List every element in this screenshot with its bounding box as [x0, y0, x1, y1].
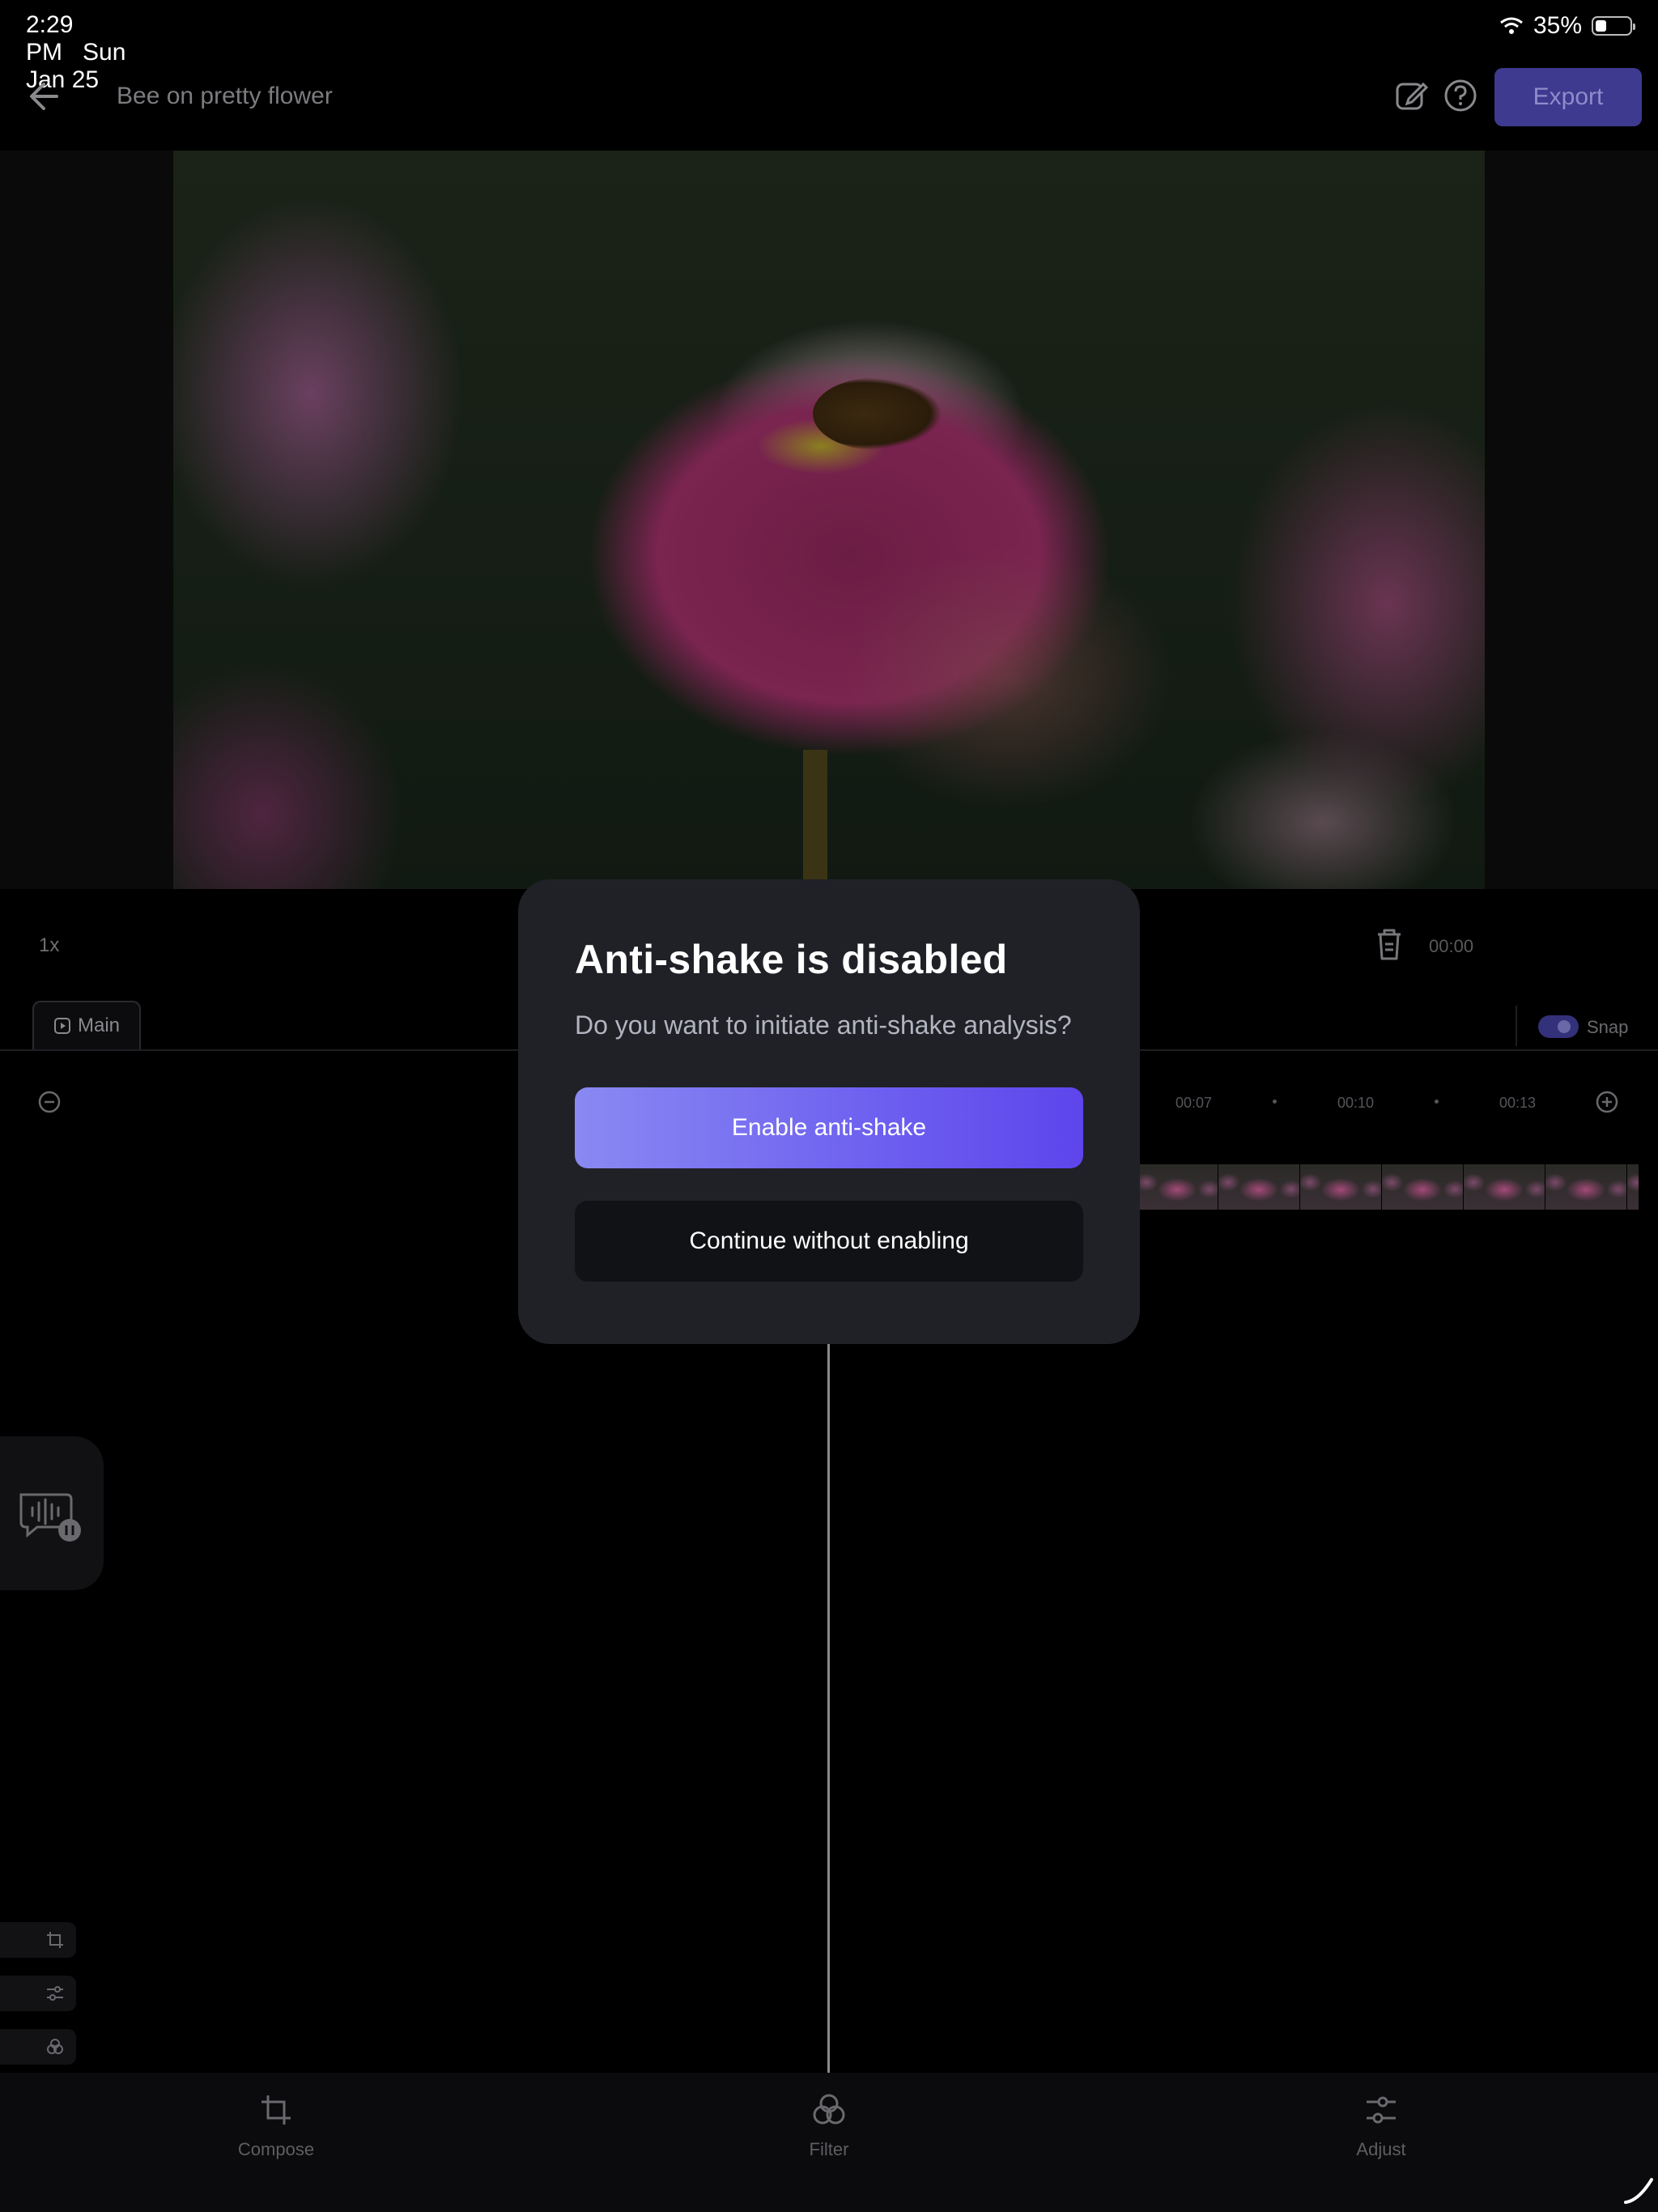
time-readout: 00:00 — [1429, 936, 1474, 956]
continue-without-enabling-button[interactable]: Continue without enabling — [575, 1201, 1083, 1282]
timeline-tick: 00:13 — [1499, 1095, 1537, 1111]
export-button[interactable]: Export — [1494, 68, 1642, 126]
wifi-icon — [1500, 17, 1523, 34]
dialog-message: Do you want to initiate anti-shake analy… — [575, 1010, 1072, 1040]
filter-tab[interactable]: Filter — [748, 2092, 910, 2160]
zoom-in-icon[interactable] — [1595, 1090, 1619, 1114]
filter-icon — [813, 2094, 845, 2125]
project-title[interactable]: Bee on pretty flower — [117, 83, 333, 110]
tab-main-label: Main — [78, 1015, 121, 1036]
flower-stem — [803, 750, 827, 889]
dialog-title: Anti-shake is disabled — [575, 937, 1008, 982]
playback-speed[interactable]: 1x — [39, 934, 59, 957]
clip-frame — [1300, 1164, 1381, 1210]
bee — [813, 377, 942, 450]
filter-icon — [47, 2039, 63, 2054]
side-crop-button[interactable] — [0, 1922, 76, 1958]
clip-frame — [1545, 1164, 1626, 1210]
tab-main[interactable]: Main — [32, 1001, 141, 1049]
adjust-label: Adjust — [1356, 2139, 1406, 2159]
crop-icon — [261, 2095, 291, 2125]
voice-caption-icon[interactable] — [16, 1490, 83, 1546]
clip-frame — [1464, 1164, 1545, 1210]
back-arrow-icon[interactable] — [24, 78, 66, 115]
crop-icon — [47, 1932, 63, 1948]
playhead[interactable] — [827, 1344, 830, 2073]
sliders-icon — [47, 1986, 63, 2001]
video-track-icon — [54, 1018, 70, 1034]
status-indicators: 35% — [1499, 11, 1635, 40]
compose-label: Compose — [237, 2139, 315, 2159]
help-icon[interactable] — [1443, 78, 1478, 113]
corner-gesture-icon — [1624, 2178, 1653, 2204]
compose-tab[interactable]: Compose — [195, 2092, 357, 2160]
clip-frame — [1382, 1164, 1463, 1210]
battery-icon — [1592, 16, 1635, 36]
timeline-tick: 00:10 — [1337, 1095, 1375, 1111]
timeline-tick-dot — [1435, 1100, 1439, 1104]
video-clip-filmstrip[interactable] — [1137, 1164, 1639, 1210]
enable-anti-shake-button[interactable]: Enable anti-shake — [575, 1087, 1083, 1168]
clip-frame — [1627, 1164, 1639, 1210]
battery-percent: 35% — [1533, 12, 1582, 39]
side-filter-button[interactable] — [0, 2029, 76, 2065]
zoom-out-icon[interactable] — [37, 1090, 62, 1114]
adjust-tab[interactable]: Adjust — [1300, 2092, 1462, 2160]
snap-divider — [1516, 1006, 1517, 1046]
clip-frame — [1137, 1164, 1218, 1210]
status-time: 2:29 PM — [26, 11, 74, 66]
timeline-tick: 00:07 — [1175, 1095, 1213, 1111]
timeline-tick-dot — [1273, 1100, 1277, 1104]
filter-label: Filter — [809, 2139, 849, 2159]
snap-label: Snap — [1587, 1017, 1629, 1037]
side-adjust-button[interactable] — [0, 1976, 76, 2011]
trash-icon[interactable] — [1373, 926, 1405, 962]
sliders-icon — [1367, 2096, 1396, 2124]
video-preview[interactable] — [173, 151, 1485, 889]
anti-shake-dialog: Anti-shake is disabled Do you want to in… — [518, 879, 1140, 1344]
snap-toggle[interactable] — [1538, 1015, 1579, 1038]
clip-frame — [1218, 1164, 1299, 1210]
edit-icon[interactable] — [1394, 78, 1430, 113]
